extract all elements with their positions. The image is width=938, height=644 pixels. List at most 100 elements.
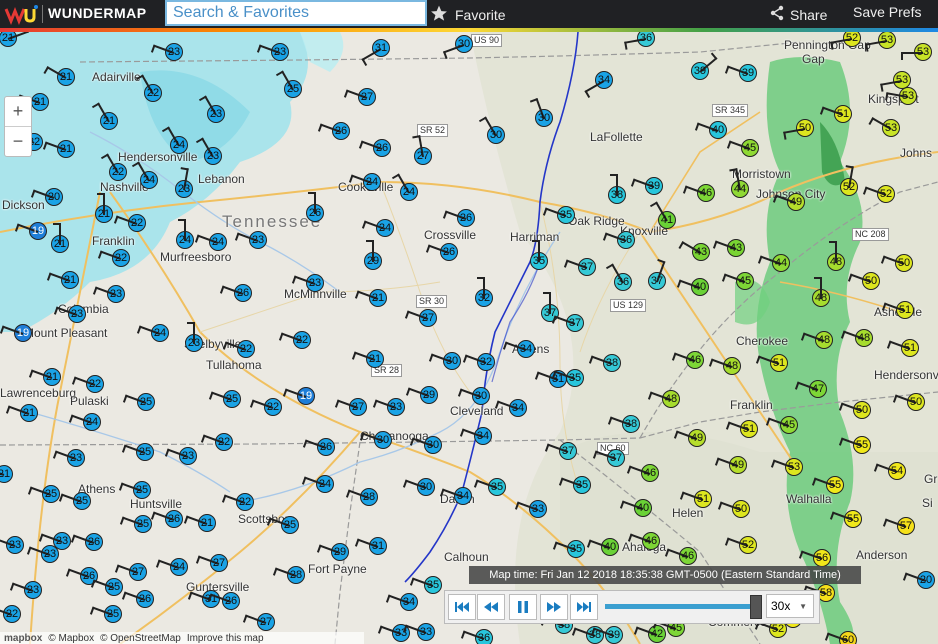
step-back-button[interactable] <box>477 594 505 620</box>
station-marker[interactable]: 24 <box>361 219 394 237</box>
map-canvas[interactable]: Tennessee SR 52 SR 345 NC 208 SR 30 US 1… <box>0 32 938 644</box>
station-marker[interactable]: 41 <box>649 201 676 229</box>
station-marker[interactable]: 52 <box>724 536 757 554</box>
station-marker[interactable]: 21 <box>183 514 216 532</box>
station-marker[interactable]: 54 <box>873 462 906 480</box>
station-marker[interactable]: 27 <box>334 398 367 416</box>
station-marker[interactable]: 51 <box>886 339 919 357</box>
step-forward-button[interactable] <box>540 594 568 620</box>
station-marker[interactable]: 53 <box>885 87 917 105</box>
station-marker[interactable]: 50 <box>783 119 814 140</box>
station-marker[interactable]: 23 <box>150 43 183 61</box>
station-marker[interactable]: 47 <box>794 380 827 398</box>
station-marker[interactable]: 31 <box>361 39 390 67</box>
station-marker[interactable]: 29 <box>405 386 438 404</box>
search-input[interactable] <box>165 0 427 26</box>
station-marker[interactable]: 26 <box>425 243 458 261</box>
station-marker[interactable]: 25 <box>118 481 151 499</box>
station-marker[interactable]: 33 <box>514 500 547 518</box>
station-marker[interactable]: 22 <box>0 605 21 623</box>
station-marker[interactable]: 21 <box>16 93 49 111</box>
station-marker[interactable]: 37 <box>648 258 666 290</box>
station-marker[interactable]: 37 <box>563 258 596 276</box>
station-marker[interactable]: 24 <box>161 126 188 154</box>
station-marker[interactable]: 25 <box>121 443 154 461</box>
station-marker[interactable]: 39 <box>630 177 663 195</box>
station-marker[interactable]: 31 <box>354 537 387 555</box>
speed-select[interactable]: 30x ▼ <box>766 594 814 618</box>
wundermap-logo-icon[interactable] <box>4 3 38 25</box>
station-marker[interactable]: 44 <box>729 168 749 198</box>
station-marker[interactable]: 23 <box>38 532 71 550</box>
station-marker[interactable]: 26 <box>219 284 252 302</box>
station-marker[interactable]: 38 <box>588 354 621 372</box>
station-marker[interactable]: 24 <box>176 219 194 249</box>
station-marker[interactable]: 24 <box>348 173 381 191</box>
station-marker[interactable]: 40 <box>586 538 619 556</box>
station-marker[interactable]: 26 <box>121 590 154 608</box>
station-marker[interactable]: 30 <box>409 436 442 454</box>
timeline-thumb[interactable] <box>750 595 762 619</box>
station-marker[interactable]: 46 <box>627 532 660 550</box>
improve-map-link[interactable]: Improve this map <box>187 633 264 644</box>
station-marker[interactable]: 24 <box>68 413 101 431</box>
station-marker[interactable]: 39 <box>724 64 757 82</box>
station-marker[interactable]: 49 <box>714 456 747 474</box>
station-marker[interactable]: 21 <box>28 368 61 386</box>
station-marker[interactable]: 23 <box>195 137 222 165</box>
station-marker[interactable]: 26 <box>150 510 183 528</box>
station-marker[interactable]: 30 <box>529 97 553 127</box>
station-marker[interactable]: 45 <box>765 416 798 434</box>
station-marker[interactable]: 60 <box>824 631 857 644</box>
station-marker[interactable]: 40 <box>619 499 652 517</box>
station-marker[interactable]: 27 <box>412 135 432 165</box>
station-marker[interactable]: 48 <box>800 331 833 349</box>
station-marker[interactable]: 26 <box>317 122 350 140</box>
station-marker[interactable]: 25 <box>58 492 91 510</box>
station-marker[interactable]: 21 <box>5 404 38 422</box>
station-marker[interactable]: 21 <box>51 223 69 253</box>
station-marker[interactable]: 52 <box>840 165 858 196</box>
station-marker[interactable]: 46 <box>664 547 697 565</box>
station-marker[interactable]: 48 <box>647 390 680 408</box>
station-marker[interactable]: 48 <box>708 357 741 375</box>
station-marker[interactable]: 23 <box>234 231 267 249</box>
station-marker[interactable]: 23 <box>52 449 85 467</box>
station-marker[interactable]: 43 <box>678 241 710 261</box>
station-marker[interactable]: 46 <box>626 464 659 482</box>
station-marker[interactable]: 24 <box>194 233 227 251</box>
brand-name[interactable]: WUNDERMAP <box>48 5 147 21</box>
station-marker[interactable]: 33 <box>402 623 435 641</box>
station-marker[interactable]: 49 <box>673 429 706 447</box>
station-marker[interactable]: 22 <box>97 249 130 267</box>
station-marker[interactable]: 36 <box>460 629 493 644</box>
station-marker[interactable]: 22 <box>135 74 162 102</box>
station-marker[interactable]: 45 <box>721 272 754 290</box>
station-marker[interactable]: 40 <box>676 278 709 296</box>
station-marker[interactable]: 34 <box>494 399 527 417</box>
station-marker[interactable]: 57 <box>882 517 915 535</box>
station-marker[interactable]: 28 <box>272 566 305 584</box>
station-marker[interactable]: 34 <box>459 427 492 445</box>
station-marker[interactable]: 51 <box>881 301 914 319</box>
station-marker[interactable]: 21 <box>351 350 384 368</box>
station-marker[interactable]: 26 <box>442 209 475 227</box>
station-marker[interactable]: 23 <box>198 95 225 123</box>
station-marker[interactable]: 43 <box>712 239 745 257</box>
station-marker[interactable]: 51 <box>679 490 712 508</box>
station-marker[interactable]: 51 <box>725 420 758 438</box>
station-marker[interactable]: 28 <box>345 488 378 506</box>
pause-button[interactable] <box>509 594 537 620</box>
station-marker[interactable]: 25 <box>27 485 60 503</box>
station-marker[interactable]: 19 <box>0 324 32 342</box>
station-marker[interactable]: 25 <box>119 515 152 533</box>
station-marker[interactable]: 48 <box>827 241 845 271</box>
station-marker[interactable]: 37 <box>544 442 577 460</box>
station-marker[interactable]: 56 <box>798 549 831 567</box>
station-marker[interactable]: 37 <box>592 449 625 467</box>
station-marker[interactable]: 55 <box>838 436 871 454</box>
zoom-in-button[interactable]: + <box>5 97 31 126</box>
station-marker[interactable]: 50 <box>847 272 880 290</box>
station-marker[interactable]: 23 <box>164 447 197 465</box>
station-marker[interactable]: 53 <box>868 117 900 137</box>
